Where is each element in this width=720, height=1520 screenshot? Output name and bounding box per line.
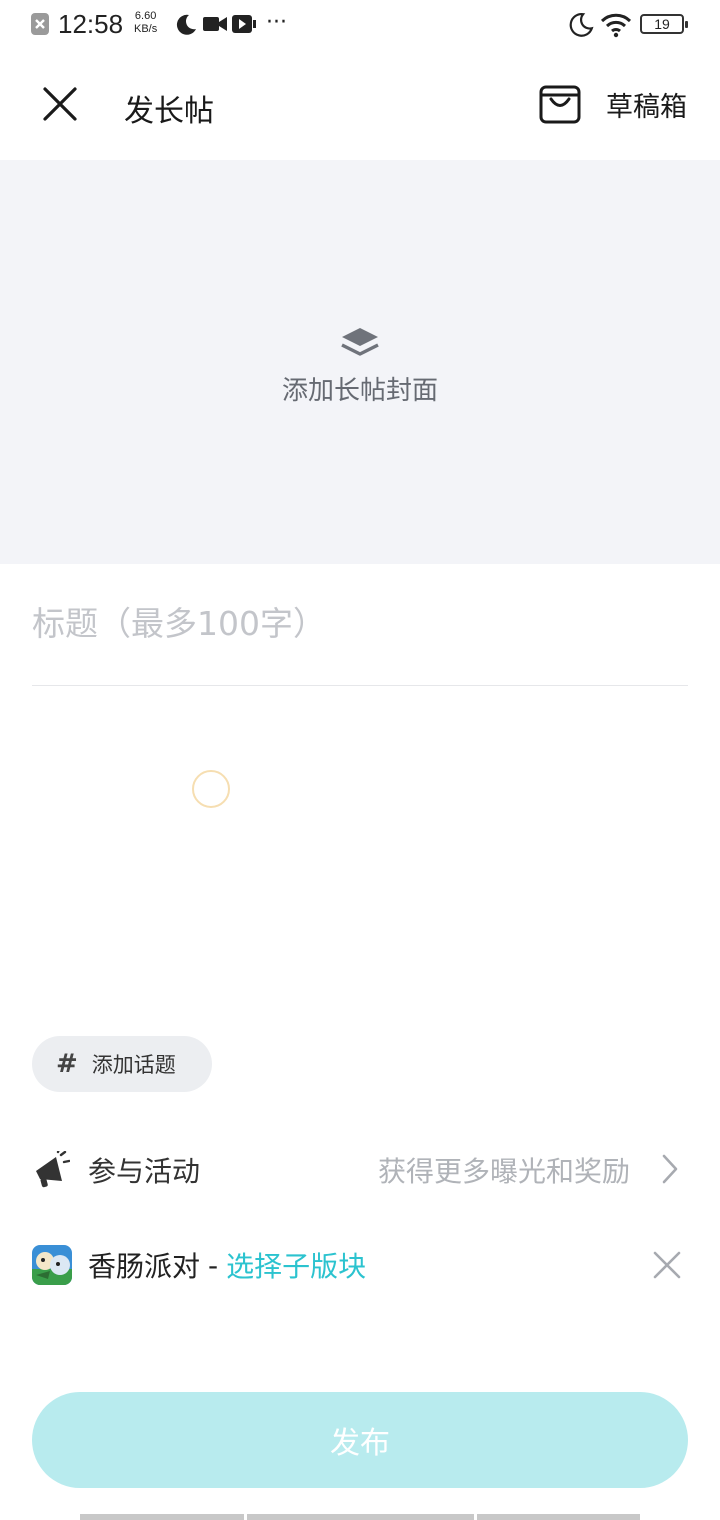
game-logo-icon: [32, 1245, 72, 1285]
notification-blocked-icon: [31, 13, 49, 35]
add-cover-label: 添加长帖封面: [281, 376, 438, 406]
video-camera-icon: [203, 17, 227, 31]
drafts-box-icon: [539, 85, 581, 124]
drafts-label: 草稿箱: [606, 91, 687, 123]
close-icon[interactable]: [36, 80, 84, 128]
page-title: 发长帖: [124, 94, 214, 129]
forum-separator: -: [208, 1248, 219, 1282]
add-cover-content: 添加长帖封面: [0, 326, 720, 407]
remove-forum-icon[interactable]: [652, 1250, 682, 1280]
publish-button[interactable]: 发布: [32, 1392, 688, 1488]
status-bar: 12:58 6.60 KB/s ··· 19: [0, 0, 720, 50]
nav-gesture-bar-left: [80, 1514, 244, 1520]
battery-icon: 19: [640, 14, 688, 34]
game-avatar: [32, 1245, 72, 1285]
more-notifications-icon: ···: [266, 10, 287, 35]
join-activity-hint: 获得更多曝光和奖励: [377, 1155, 630, 1188]
drafts-button[interactable]: 草稿箱: [538, 80, 687, 128]
forum-selector-row: 香肠派对 - 选择子版块: [32, 1234, 688, 1296]
join-activity-row[interactable]: 参与活动 获得更多曝光和奖励: [32, 1138, 688, 1202]
add-topic-label: 添加话题: [91, 1053, 176, 1077]
status-time: 12:58: [58, 9, 124, 39]
moon-icon-right: [569, 13, 594, 37]
publish-label: 发布: [330, 1427, 390, 1460]
content-editor[interactable]: [32, 700, 688, 1020]
title-input[interactable]: [32, 604, 688, 643]
add-topic-button[interactable]: # 添加话题: [32, 1036, 212, 1092]
network-speed: 6.60 KB/s: [134, 10, 158, 35]
join-activity-label: 参与活动: [88, 1155, 201, 1188]
video-play-icon: [232, 15, 256, 33]
wifi-icon: [600, 13, 632, 38]
hashtag-icon: #: [56, 1049, 78, 1079]
nav-gesture-bar-right: [477, 1514, 640, 1520]
post-editor-screen: 12:58 6.60 KB/s ··· 19 发长帖 草稿箱 添加长帖封面 标题…: [0, 0, 720, 1520]
title-field: [32, 604, 688, 686]
moon-icon: [176, 14, 196, 35]
layers-icon: [341, 328, 379, 356]
chevron-right-icon: [662, 1154, 678, 1184]
add-cover-area[interactable]: 添加长帖封面: [0, 160, 720, 564]
forum-name: 香肠派对: [88, 1250, 201, 1283]
nav-gesture-bar-center: [247, 1514, 474, 1520]
select-subforum-link[interactable]: 选择子版块: [226, 1245, 366, 1285]
touch-indicator: [192, 770, 230, 808]
top-bar: 发长帖 草稿箱: [0, 50, 720, 160]
megaphone-icon: [36, 1151, 70, 1188]
